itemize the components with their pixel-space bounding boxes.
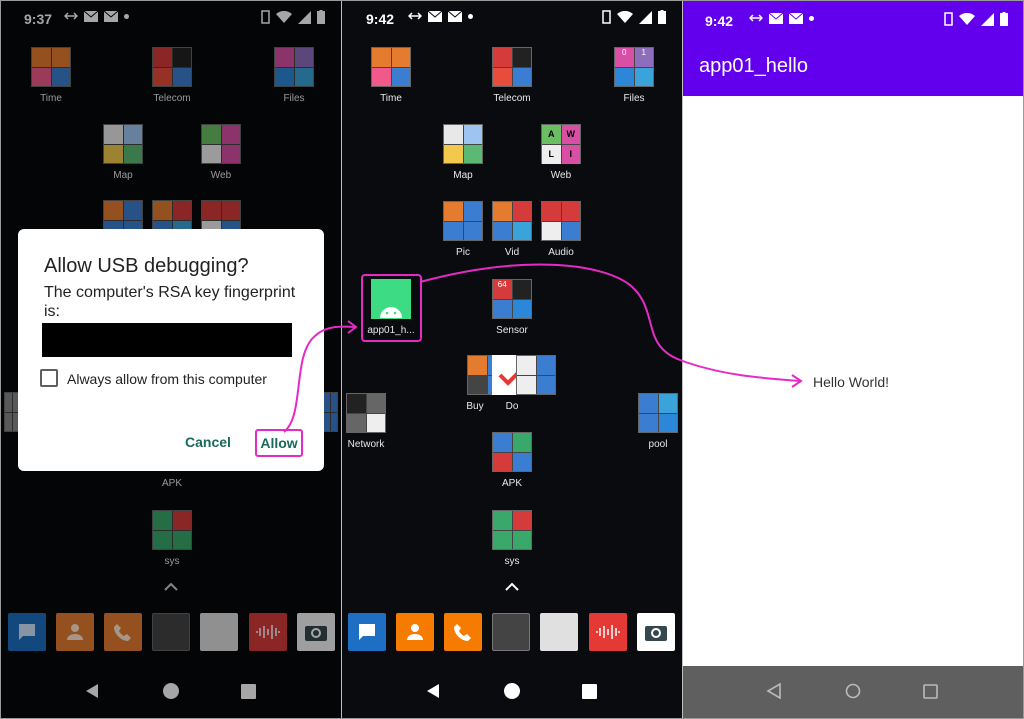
annotation-arrows xyxy=(283,263,803,433)
arrow-app-to-hello xyxy=(419,263,801,382)
arrow-allow-to-app xyxy=(283,325,356,433)
